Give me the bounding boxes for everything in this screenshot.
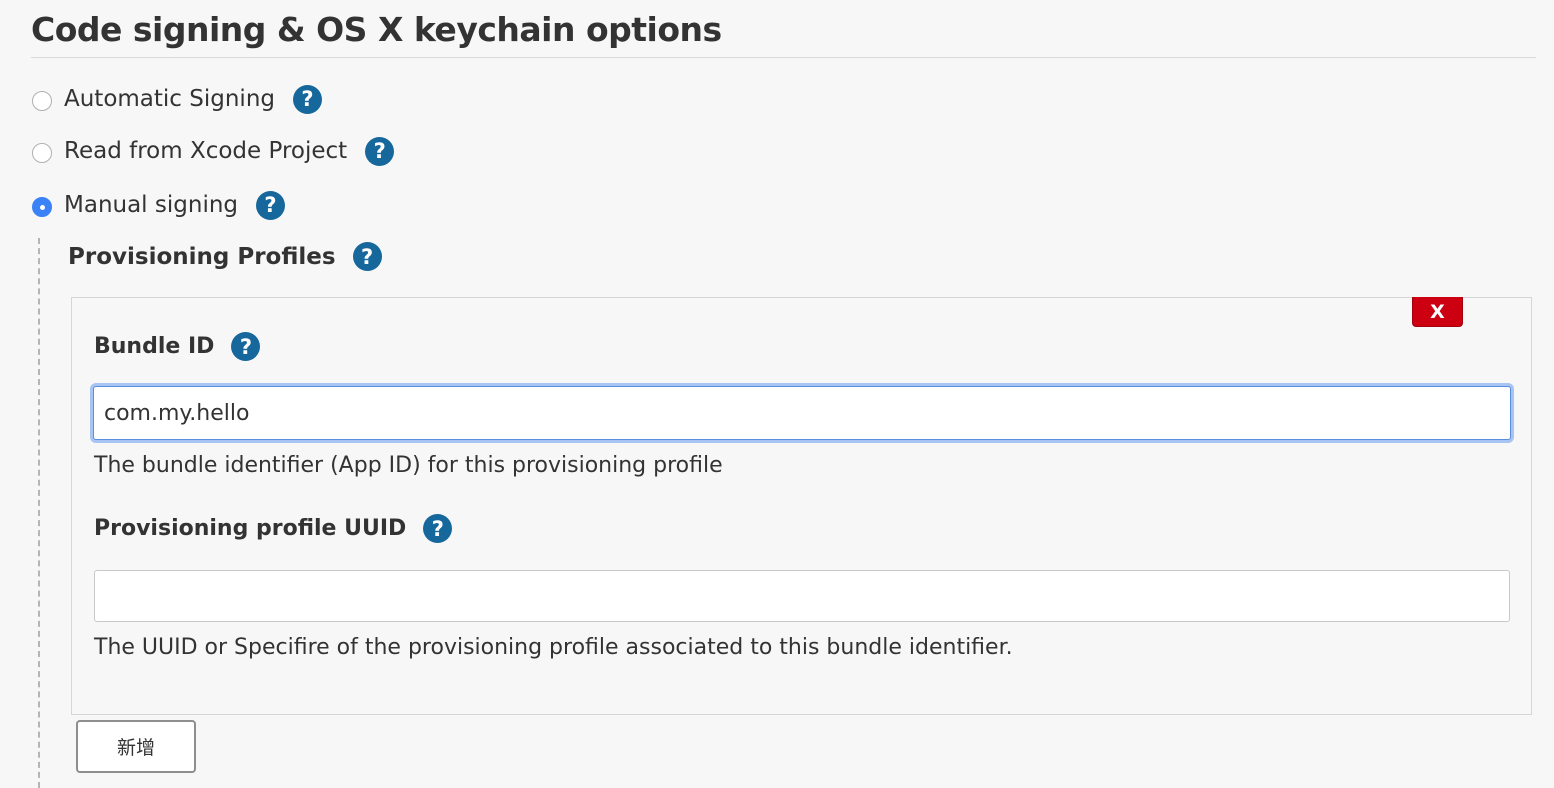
help-icon[interactable]: ? [365,136,395,166]
provisioning-profiles-label: Provisioning Profiles [68,243,336,270]
option-automatic-signing[interactable]: Automatic Signing ? [32,84,322,114]
bundle-id-input[interactable] [93,386,1511,440]
automatic-signing-label: Automatic Signing [64,86,275,112]
bundle-id-heading: Bundle ID ? [94,332,261,361]
bundle-id-label: Bundle ID [94,334,215,359]
provisioning-profiles-heading: Provisioning Profiles ? [68,242,382,271]
manual-signing-radio[interactable] [32,197,52,217]
option-read-from-xcode[interactable]: Read from Xcode Project ? [32,136,395,166]
add-profile-button[interactable]: 新增 [76,720,196,773]
section-divider [31,57,1536,58]
read-from-xcode-radio[interactable] [32,143,52,163]
manual-signing-label: Manual signing [64,192,239,218]
uuid-label: Provisioning profile UUID [94,516,407,541]
help-icon[interactable]: ? [231,332,261,361]
uuid-input[interactable] [94,570,1510,622]
uuid-hint: The UUID or Specifire of the provisionin… [94,635,1013,660]
read-from-xcode-label: Read from Xcode Project [64,138,348,164]
help-icon[interactable]: ? [352,242,382,271]
help-icon[interactable]: ? [256,190,286,220]
code-signing-panel: Code signing & OS X keychain options Aut… [0,0,1554,788]
delete-profile-button[interactable]: X [1412,297,1463,327]
section-title: Code signing & OS X keychain options [31,10,722,49]
bundle-id-hint: The bundle identifier (App ID) for this … [94,453,723,478]
help-icon[interactable]: ? [293,84,322,114]
automatic-signing-radio[interactable] [32,91,52,111]
nested-section-guide [38,238,40,788]
option-manual-signing[interactable]: Manual signing ? [32,190,286,220]
help-icon[interactable]: ? [423,514,453,543]
uuid-heading: Provisioning profile UUID ? [94,514,453,543]
